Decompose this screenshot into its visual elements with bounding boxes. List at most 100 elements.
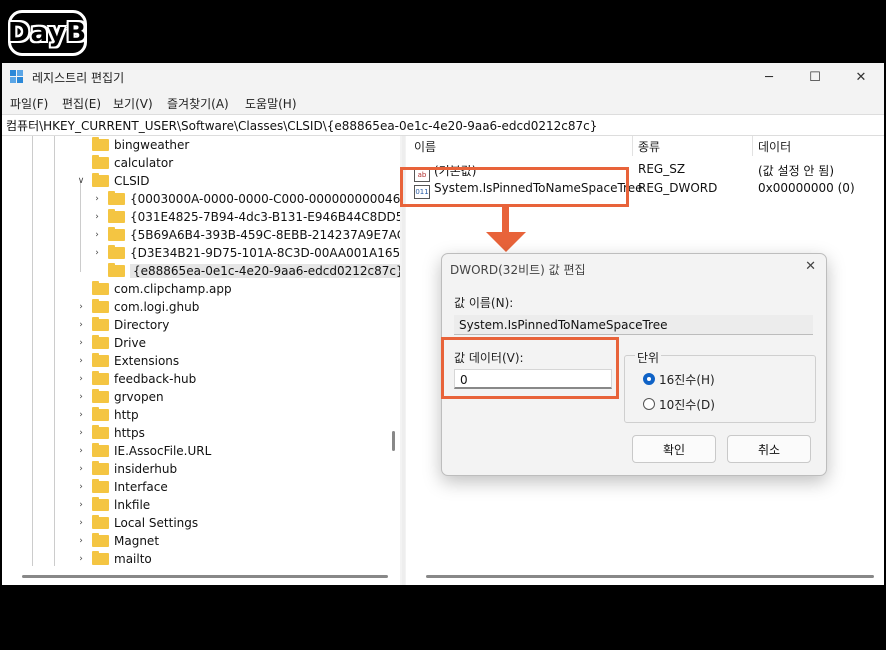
tree-item[interactable]: › {D3E34B21-9D75-101A-8C3D-00AA001A1652 (92, 244, 400, 262)
chevron-right-icon[interactable]: › (92, 194, 102, 204)
chevron-right-icon[interactable]: › (76, 320, 86, 330)
folder-icon (92, 317, 109, 331)
close-button[interactable]: ✕ (838, 63, 884, 91)
folder-icon (92, 371, 109, 385)
tree-guide-line (32, 136, 33, 566)
ok-button[interactable]: 확인 (632, 435, 716, 463)
chevron-right-icon[interactable]: › (76, 356, 86, 366)
tree-item[interactable]: › insiderhub (76, 460, 177, 478)
tree-item-label: Extensions (114, 354, 180, 368)
tree-guide-line (80, 182, 81, 272)
tree-item[interactable]: ∨ CLSID (76, 172, 149, 190)
tree-item-label: mailto (114, 552, 152, 566)
tree-item[interactable]: › lnkfile (76, 496, 150, 514)
tree-item-label: {031E4825-7B94-4dc3-B131-E946B44C8DD5} (130, 210, 400, 224)
chevron-right-icon[interactable]: › (76, 464, 86, 474)
tree-item[interactable]: › Interface (76, 478, 168, 496)
chevron-right-icon[interactable]: › (76, 410, 86, 420)
tree-item-label: {D3E34B21-9D75-101A-8C3D-00AA001A1652 (130, 246, 400, 260)
value-type: REG_SZ (638, 162, 686, 176)
base-group-label: 단위 (635, 349, 662, 366)
list-horizontal-scrollbar[interactable] (426, 575, 874, 578)
tree-item[interactable]: › mailto (76, 550, 152, 568)
chevron-right-icon[interactable]: › (92, 230, 102, 240)
watermark-logo: DayB (8, 10, 87, 56)
column-separator (752, 136, 753, 156)
tree-item-label: Local Settings (114, 516, 199, 530)
chevron-right-icon[interactable]: › (76, 302, 86, 312)
tree-item[interactable]: › IE.AssocFile.URL (76, 442, 211, 460)
chevron-right-icon[interactable]: › (76, 518, 86, 528)
chevron-right-icon[interactable]: › (92, 212, 102, 222)
chevron-right-icon[interactable]: › (76, 536, 86, 546)
tree-item[interactable]: › Drive (76, 334, 146, 352)
folder-icon (92, 281, 109, 295)
title-bar: 레지스트리 편집기 ─ ☐ ✕ (2, 63, 884, 91)
menu-help[interactable]: 도움말(H) (245, 95, 297, 112)
tree-item[interactable]: › feedback-hub (76, 370, 196, 388)
tree-item[interactable]: bingweather (76, 136, 189, 154)
chevron-right-icon[interactable]: › (76, 392, 86, 402)
tree-item[interactable]: › https (76, 424, 145, 442)
tree-item-label: com.clipchamp.app (114, 282, 232, 296)
radio-decimal[interactable] (643, 398, 655, 410)
menu-view[interactable]: 보기(V) (113, 95, 153, 112)
folder-icon (92, 173, 109, 187)
tree-item[interactable]: › Directory (76, 316, 169, 334)
tree-item[interactable]: › {0003000A-0000-0000-C000-000000000046} (92, 190, 400, 208)
tree-item[interactable]: › Magnet (76, 532, 159, 550)
value-name-label: 값 이름(N): (454, 296, 514, 310)
chevron-right-icon[interactable]: › (76, 374, 86, 384)
tree-item-label: CLSID (114, 174, 150, 188)
tree-item-label: Drive (114, 336, 146, 350)
column-name[interactable]: 이름 (414, 138, 436, 155)
tree-item[interactable]: › com.logi.ghub (76, 298, 199, 316)
column-type[interactable]: 종류 (638, 138, 660, 155)
hex-label[interactable]: 16진수(H) (659, 371, 715, 388)
minimize-button[interactable]: ─ (746, 63, 792, 91)
column-data[interactable]: 데이터 (758, 138, 791, 155)
tree-item-label: Directory (114, 318, 170, 332)
menu-favorites[interactable]: 즐겨찾기(A) (167, 95, 229, 112)
tree-item[interactable]: › grvopen (76, 388, 164, 406)
regedit-app-icon (10, 70, 24, 84)
dec-label[interactable]: 10진수(D) (659, 396, 715, 413)
folder-icon (92, 443, 109, 457)
menu-edit[interactable]: 편집(E) (62, 95, 101, 112)
tree-horizontal-scrollbar[interactable] (22, 575, 388, 578)
tree-item[interactable]: › Local Settings (76, 514, 198, 532)
tree-item[interactable]: › http (76, 406, 139, 424)
chevron-right-icon[interactable]: › (76, 482, 86, 492)
tree-item-label: com.logi.ghub (114, 300, 200, 314)
chevron-right-icon[interactable]: › (92, 248, 102, 258)
folder-icon (92, 425, 109, 439)
tree-vertical-scrollbar[interactable] (389, 136, 398, 566)
chevron-right-icon[interactable]: › (76, 554, 86, 564)
dialog-close-icon[interactable]: ✕ (805, 259, 816, 274)
folder-icon (92, 299, 109, 313)
chevron-right-icon[interactable]: › (76, 446, 86, 456)
radio-hexadecimal[interactable] (643, 373, 655, 385)
chevron-down-icon[interactable]: ∨ (76, 176, 86, 186)
menu-file[interactable]: 파일(F) (10, 95, 48, 112)
column-separator (632, 136, 633, 156)
folder-icon (92, 389, 109, 403)
folder-icon (92, 137, 109, 151)
maximize-button[interactable]: ☐ (792, 63, 838, 91)
chevron-right-icon[interactable]: › (76, 338, 86, 348)
value-name-field: System.IsPinnedToNameSpaceTree (454, 315, 813, 335)
chevron-right-icon[interactable]: › (76, 428, 86, 438)
tree-item[interactable]: com.clipchamp.app (76, 280, 232, 298)
chevron-right-icon[interactable]: › (76, 500, 86, 510)
tree-item[interactable]: › {5B69A6B4-393B-459C-8EBB-214237A9E7AC} (92, 226, 400, 244)
key-tree[interactable]: bingweather calculator ∨ CLSID › {0003000A-00… (2, 136, 400, 585)
tree-item[interactable]: {e88865ea-0e1c-4e20-9aa6-edcd0212c87c} (92, 262, 400, 280)
cancel-button[interactable]: 취소 (727, 435, 811, 463)
tree-item[interactable]: › Extensions (76, 352, 179, 370)
tree-item[interactable]: calculator (76, 154, 173, 172)
folder-icon (108, 191, 125, 205)
tree-item-label: Magnet (114, 534, 160, 548)
tree-item-label: Interface (114, 480, 168, 494)
address-bar[interactable]: 컴퓨터\HKEY_CURRENT_USER\Software\Classes\C… (2, 114, 884, 136)
tree-item[interactable]: › {031E4825-7B94-4dc3-B131-E946B44C8DD5} (92, 208, 400, 226)
